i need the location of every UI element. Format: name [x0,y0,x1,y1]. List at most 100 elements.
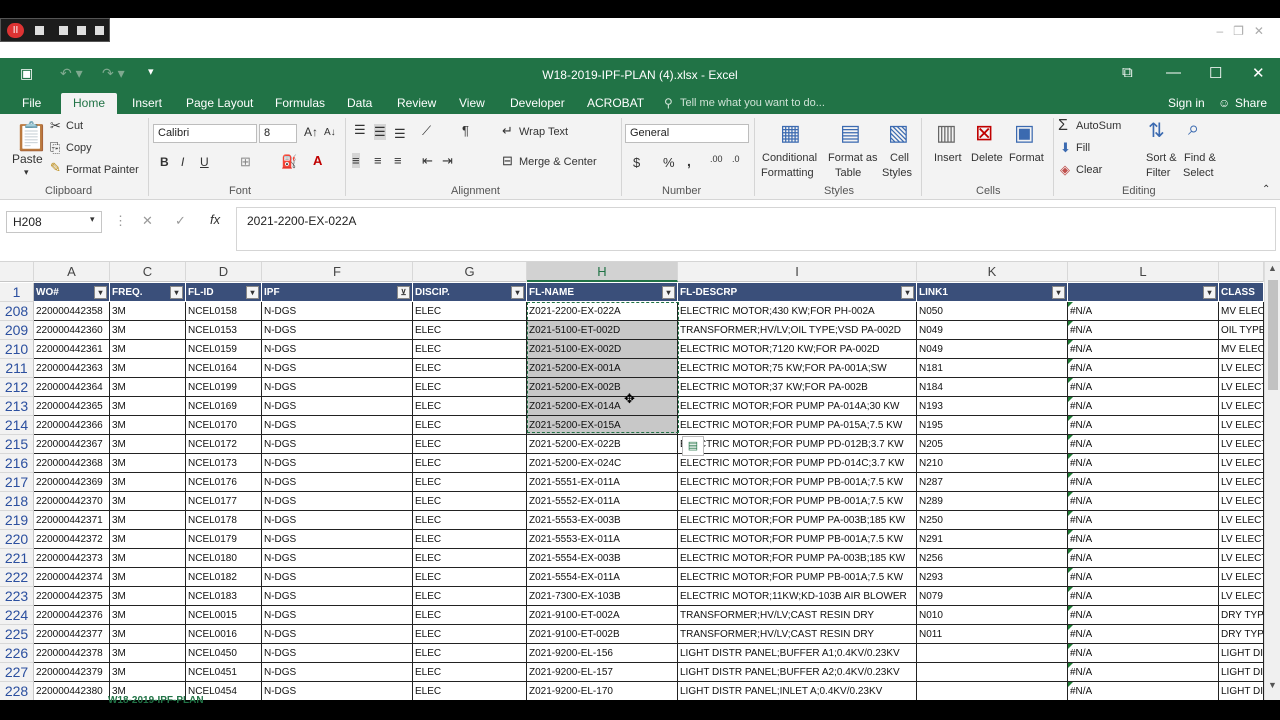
cell[interactable]: 220000442363 [34,359,110,378]
row-header[interactable]: 210 [0,340,34,359]
cell[interactable]: Z021-5553-EX-011A [527,530,678,549]
column-filter-header[interactable]: FL-NAME ▾ [527,283,678,302]
cell[interactable]: DRY TYPE [1219,625,1264,644]
cell[interactable]: #N/A [1068,568,1219,587]
conditional-formatting-label-2[interactable]: Formatting [761,167,814,179]
column-filter-header[interactable]: FL-DESCRP ▾ [678,283,917,302]
cell[interactable]: LV ELECT [1219,568,1264,587]
cell[interactable]: ELECTRIC MOTOR;FOR PUMP PA-015A;7.5 KW [678,416,917,435]
row-header[interactable]: 212 [0,378,34,397]
column-header[interactable] [1219,262,1264,282]
cell[interactable]: 220000442365 [34,397,110,416]
outer-window-controls[interactable]: –❐✕ [1217,24,1275,38]
cell[interactable]: ELEC [413,359,527,378]
cell[interactable]: N256 [917,549,1068,568]
delete-cells-button[interactable]: Delete [971,152,1003,164]
decrease-decimal-icon[interactable]: .0 [732,154,740,164]
cell[interactable]: N-DGS [262,473,413,492]
column-header[interactable]: K [917,262,1068,282]
ribbon-display-icon[interactable]: ⧉ [1122,64,1133,81]
cell[interactable]: 220000442376 [34,606,110,625]
cell[interactable]: ELECTRIC MOTOR;FOR PUMP PB-001A;7.5 KW [678,530,917,549]
cell[interactable]: MV ELECT [1219,340,1264,359]
cell[interactable]: #N/A [1068,663,1219,682]
cell[interactable]: N010 [917,606,1068,625]
paste-options-icon[interactable]: ▤ [682,436,704,456]
cell[interactable]: 220000442373 [34,549,110,568]
sort-filter-label[interactable]: Sort & [1146,152,1177,164]
find-select-label-2[interactable]: Select [1183,167,1214,179]
cell[interactable]: N-DGS [262,511,413,530]
cell[interactable]: #N/A [1068,397,1219,416]
cell[interactable]: #N/A [1068,625,1219,644]
cell[interactable]: ELEC [413,378,527,397]
cell[interactable]: 3M [110,644,186,663]
cell[interactable]: 3M [110,454,186,473]
cell[interactable]: ELEC [413,340,527,359]
cell[interactable]: NCEL0180 [186,549,262,568]
cell[interactable]: #N/A [1068,416,1219,435]
cell[interactable] [917,644,1068,663]
row-header[interactable]: 225 [0,625,34,644]
cell[interactable]: N195 [917,416,1068,435]
cell[interactable]: N287 [917,473,1068,492]
format-as-table-label-2[interactable]: Table [835,167,861,179]
cell[interactable]: 3M [110,397,186,416]
cell[interactable]: 220000442361 [34,340,110,359]
cell[interactable]: ELEC [413,644,527,663]
cancel-icon[interactable]: ✕ [142,213,153,229]
paste-dropdown-icon[interactable]: ▾ [24,167,29,178]
increase-decimal-icon[interactable]: .00 [710,154,723,164]
cell[interactable]: ELECTRIC MOTOR;FOR PUMP PB-001A;7.5 KW [678,492,917,511]
row-header[interactable]: 208 [0,302,34,321]
cell[interactable]: ELECTRIC MOTOR;430 KW;FOR PH-002A [678,302,917,321]
cell[interactable]: ELECTRIC MOTOR;37 KW;FOR PA-002B [678,378,917,397]
sheet-tab[interactable]: W18-2019-IPF-PLAN [108,695,204,706]
font-size-select[interactable]: 8 [259,124,297,143]
cell[interactable]: 3M [110,321,186,340]
cell[interactable]: Z021-9100-ET-002B [527,625,678,644]
cell[interactable]: Z021-5551-EX-011A [527,473,678,492]
cell[interactable]: #N/A [1068,511,1219,530]
cell[interactable]: LV ELECT [1219,378,1264,397]
comma-button[interactable]: , [687,153,691,169]
cell[interactable]: 3M [110,587,186,606]
cell[interactable]: Z021-7300-EX-103B [527,587,678,606]
cell[interactable]: N-DGS [262,587,413,606]
cell[interactable]: #N/A [1068,530,1219,549]
cell[interactable]: N049 [917,321,1068,340]
column-header[interactable]: A [34,262,110,282]
orientation-icon[interactable]: ⟋ [422,123,431,139]
cell[interactable]: 3M [110,359,186,378]
insert-cells-button[interactable]: Insert [934,152,962,164]
cell[interactable]: NCEL0164 [186,359,262,378]
vertical-scrollbar[interactable]: ▲ ▼ [1264,262,1280,700]
column-header[interactable]: C [110,262,186,282]
cell[interactable]: 220000442358 [34,302,110,321]
cell[interactable]: 220000442380 [34,682,110,700]
cell[interactable]: N289 [917,492,1068,511]
cell[interactable]: N-DGS [262,568,413,587]
column-header[interactable]: D [186,262,262,282]
cell[interactable]: 220000442377 [34,625,110,644]
number-format-select[interactable]: General [625,124,749,143]
scroll-down-icon[interactable]: ▼ [1268,680,1277,690]
row-header[interactable]: 215 [0,435,34,454]
cell[interactable]: LIGHT DISTR PANEL;BUFFER A1;0.4KV/0.23KV [678,644,917,663]
cell[interactable]: LV ELECT [1219,530,1264,549]
column-filter-header[interactable]: DISCIP. ▾ [413,283,527,302]
cell[interactable]: N011 [917,625,1068,644]
cell[interactable]: N-DGS [262,644,413,663]
cell[interactable]: N049 [917,340,1068,359]
cell[interactable]: N050 [917,302,1068,321]
rtl-icon[interactable]: ¶ [462,123,469,138]
cell[interactable]: NCEL0172 [186,435,262,454]
cell[interactable]: ELECTRIC MOTOR;75 KW;FOR PA-001A;SW [678,359,917,378]
filter-dropdown-icon[interactable]: ▾ [901,286,914,299]
tab-insert[interactable]: Insert [132,93,162,114]
row-header[interactable]: 227 [0,663,34,682]
cell[interactable]: #N/A [1068,644,1219,663]
cell[interactable]: N-DGS [262,302,413,321]
cell[interactable]: N-DGS [262,416,413,435]
row-header[interactable]: 213 [0,397,34,416]
